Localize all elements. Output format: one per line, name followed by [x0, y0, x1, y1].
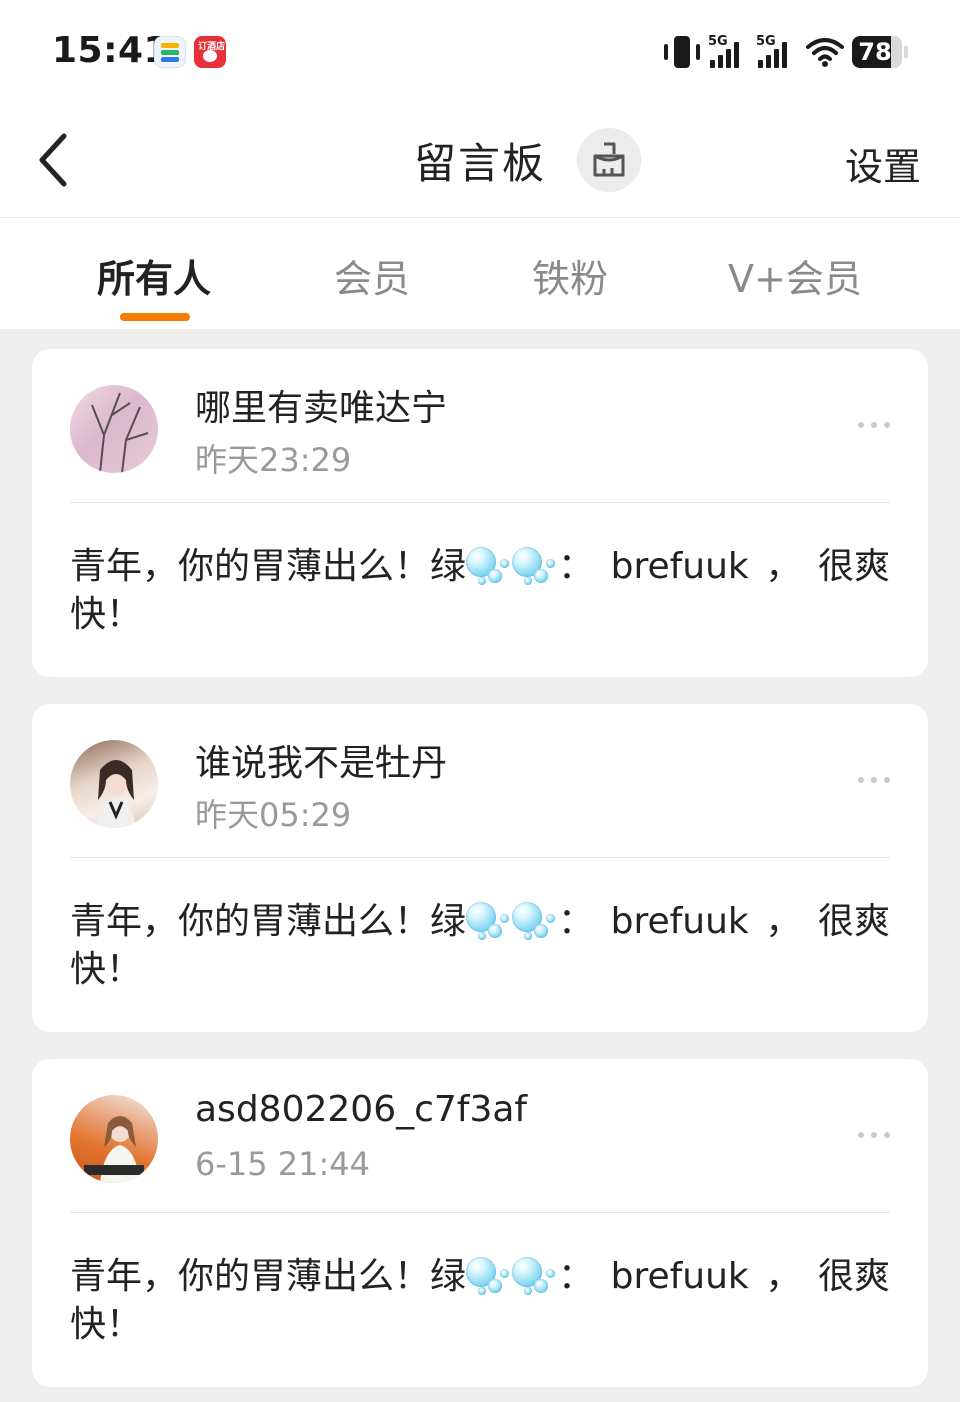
tab-iron-fans[interactable]: 铁粉	[532, 248, 608, 303]
signal-label: 5G	[708, 34, 728, 49]
card-divider	[70, 857, 890, 858]
message-text-part: brefuuk	[610, 1256, 749, 1297]
broom-icon	[593, 142, 625, 177]
status-time: 15:41	[52, 30, 170, 71]
tab-members[interactable]: 会员	[334, 248, 410, 303]
message-card: asd802206_c7f3af 6-15 21:44 青年，你的胃薄出么！绿 …	[32, 1059, 928, 1387]
username[interactable]: 哪里有卖唯达宁	[195, 379, 447, 431]
header-area: 15:41 订酒店 5G 5G 78 留言板 设置 所有人 会员 铁粉 V+会员	[0, 0, 960, 329]
message-text-part: brefuuk	[610, 901, 749, 942]
avatar[interactable]	[70, 385, 158, 473]
avatar[interactable]	[70, 1095, 158, 1183]
more-options-button[interactable]	[854, 768, 894, 792]
settings-button[interactable]: 设置	[845, 136, 921, 191]
battery-tip	[904, 46, 908, 58]
bubble-emoji-icon	[512, 545, 558, 589]
message-text-part: 青年，你的胃薄出么！绿	[70, 901, 467, 942]
tab-everyone[interactable]: 所有人	[97, 248, 211, 303]
chevron-left-icon	[39, 133, 67, 187]
message-text-part: ，	[765, 546, 802, 587]
card-divider	[70, 1212, 890, 1213]
message-text-part: 快！	[70, 594, 143, 635]
more-options-button[interactable]	[854, 413, 894, 437]
message-text: 青年，你的胃薄出么！绿 ： brefuuk ， 很爽 快！	[70, 898, 890, 994]
message-card: 哪里有卖唯达宁 昨天23:29 青年，你的胃薄出么！绿 ： brefuuk ， …	[32, 349, 928, 677]
username[interactable]: 谁说我不是牡丹	[195, 734, 447, 786]
message-text-part: 青年，你的胃薄出么！绿	[70, 1256, 467, 1297]
back-button[interactable]	[30, 128, 78, 192]
bubble-emoji-icon	[512, 900, 558, 944]
bubble-emoji-icon	[466, 1255, 512, 1299]
vibrate-icon	[662, 36, 702, 68]
wifi-icon	[806, 36, 844, 68]
clean-button[interactable]	[577, 128, 641, 192]
bubble-emoji-icon	[512, 1255, 558, 1299]
message-text-part: ，	[765, 1256, 802, 1297]
battery-icon: 78	[852, 36, 902, 68]
nav-divider	[0, 217, 960, 218]
message-text-part: ，	[765, 901, 802, 942]
bubble-emoji-icon	[466, 900, 512, 944]
message-text-part: 青年，你的胃薄出么！绿	[70, 546, 467, 587]
message-text-part: 快！	[70, 1304, 143, 1345]
tab-indicator	[120, 313, 190, 321]
wallet-icon	[154, 36, 186, 68]
username[interactable]: asd802206_c7f3af	[195, 1089, 527, 1130]
avatar[interactable]	[70, 740, 158, 828]
page-title: 留言板	[414, 139, 547, 188]
bubble-emoji-icon	[466, 545, 512, 589]
message-text-part: ：	[558, 1256, 595, 1297]
message-text-part: ：	[558, 546, 595, 587]
timestamp: 昨天23:29	[195, 441, 352, 479]
signal-label: 5G	[756, 34, 776, 49]
card-divider	[70, 502, 890, 503]
timestamp: 6-15 21:44	[195, 1145, 371, 1183]
message-text-part: 很爽	[817, 546, 890, 587]
more-options-button[interactable]	[854, 1123, 894, 1147]
signal-icon: 5G	[756, 34, 796, 70]
message-card: 谁说我不是牡丹 昨天05:29 青年，你的胃薄出么！绿 ： brefuuk ， …	[32, 704, 928, 1032]
shop-app-icon: 订酒店	[194, 36, 226, 68]
timestamp: 昨天05:29	[195, 796, 352, 834]
message-text-part: brefuuk	[610, 546, 749, 587]
message-text: 青年，你的胃薄出么！绿 ： brefuuk ， 很爽 快！	[70, 1253, 890, 1349]
message-text-part: 快！	[70, 949, 143, 990]
message-text-part: ：	[558, 901, 595, 942]
message-text-part: 很爽	[817, 1256, 890, 1297]
message-text-part: 很爽	[817, 901, 890, 942]
message-text: 青年，你的胃薄出么！绿 ： brefuuk ， 很爽 快！	[70, 543, 890, 639]
signal-icon: 5G	[708, 34, 748, 70]
battery-level: 78	[858, 38, 892, 66]
tab-vplus-members[interactable]: V+会员	[728, 248, 862, 303]
